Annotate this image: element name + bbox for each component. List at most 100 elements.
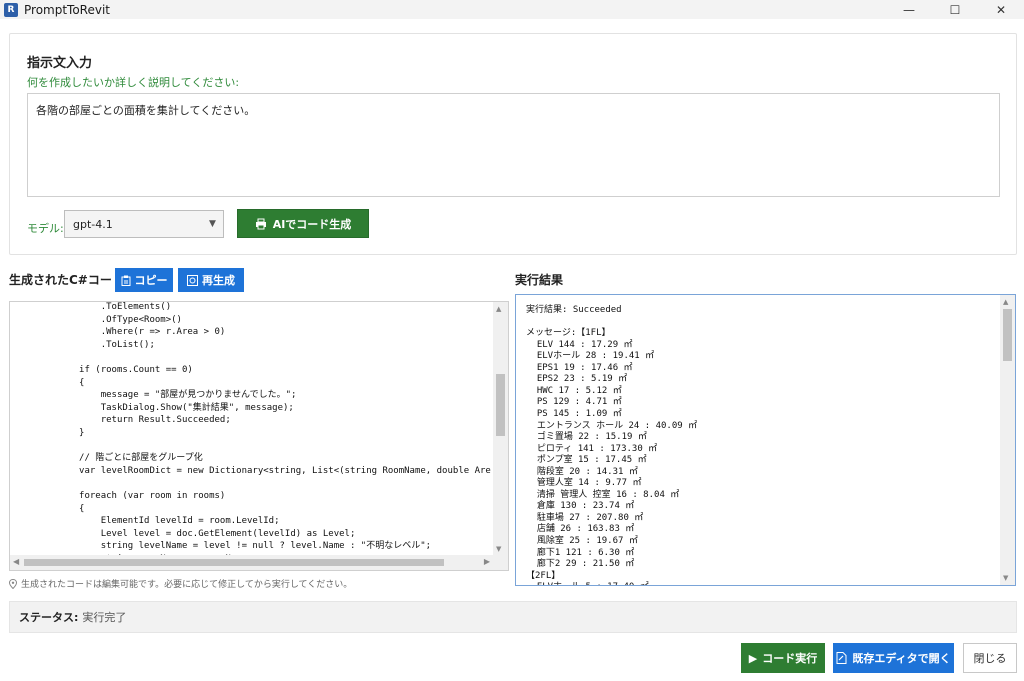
result-line: メッセージ:【1FL】 (526, 328, 611, 339)
code-line: if (rooms.Count == 0) (14, 365, 193, 375)
code-line: .OfType<Room>() (14, 314, 182, 325)
maximize-button[interactable]: ☐ (932, 0, 978, 19)
result-line: ELVホール 5 : 17.40 ㎡ (526, 581, 649, 585)
code-line: message = "部屋が見つかりませんでした。"; (14, 390, 297, 401)
result-line: ピロティ 141 : 173.30 ㎡ (526, 443, 658, 454)
code-hint-text: 生成されたコードは編集可能です。必要に応じて修正してから実行してください。 (21, 580, 353, 590)
window-title: PromptToRevit (24, 2, 111, 17)
title-bar: R PromptToRevit — ☐ ✕ (0, 0, 1024, 19)
code-editor[interactable]: .ToElements() .OfType<Room>() .Where(r =… (9, 301, 509, 571)
scroll-up-icon[interactable]: ▲ (496, 305, 501, 313)
code-vertical-scrollbar[interactable]: ▲ ▼ (493, 302, 508, 556)
result-heading: 実行結果 (515, 273, 564, 287)
code-hint: 生成されたコードは編集可能です。必要に応じて修正してから実行してください。 (9, 577, 352, 590)
code-line: .ToList(); (14, 339, 155, 350)
open-in-editor-button[interactable]: 既存エディタで開く (833, 643, 954, 673)
clipboard-icon (121, 275, 130, 286)
code-content[interactable]: .ToElements() .OfType<Room>() .Where(r =… (10, 302, 494, 556)
result-line: 階段室 20 : 14.31 ㎡ (526, 466, 638, 477)
copy-label: コピー (134, 274, 168, 287)
code-line: } (14, 428, 85, 438)
refresh-icon (187, 274, 198, 286)
code-line: { (14, 503, 85, 514)
result-output[interactable]: 実行結果: Succeeded メッセージ:【1FL】 ELV 144 : 17.… (515, 294, 1016, 586)
close-window-button[interactable]: ✕ (978, 0, 1024, 19)
code-heading: 生成されたC#コード (9, 273, 124, 287)
generate-code-button[interactable]: AIでコード生成 (237, 209, 369, 238)
maximize-icon: ☐ (949, 2, 961, 17)
result-content[interactable]: 実行結果: Succeeded メッセージ:【1FL】 ELV 144 : 17.… (516, 295, 1000, 585)
model-select[interactable]: gpt-4.1 ▼ (64, 210, 224, 238)
result-line: 実行結果: Succeeded (526, 305, 622, 315)
result-vertical-scrollbar[interactable]: ▲ ▼ (1000, 295, 1015, 585)
code-line: ElementId levelId = room.LevelId; (14, 516, 280, 527)
result-line: HWC 17 : 5.12 ㎡ (526, 385, 622, 396)
status-label: ステータス: (19, 611, 79, 624)
result-line: 店舗 26 : 163.83 ㎡ (526, 524, 635, 535)
close-button[interactable]: 閉じる (963, 643, 1017, 673)
status-bar: ステータス: 実行完了 (9, 601, 1017, 633)
scroll-left-icon[interactable]: ◀ (13, 557, 19, 566)
generate-code-label: AIでコード生成 (272, 217, 352, 231)
model-select-value: gpt-4.1 (73, 217, 113, 231)
code-line: string levelName = level != null ? level… (14, 541, 432, 552)
regenerate-button[interactable]: 再生成 (178, 268, 244, 292)
result-line: エントランス ホール 24 : 40.09 ㎡ (526, 420, 698, 431)
scroll-right-icon[interactable]: ▶ (484, 557, 490, 566)
code-line: TaskDialog.Show("集計結果", message); (14, 402, 294, 413)
code-line: { (14, 377, 85, 388)
scroll-down-icon[interactable]: ▼ (496, 545, 501, 553)
result-line: 廊下1 121 : 6.30 ㎡ (526, 547, 635, 558)
result-line: ポンプ室 15 : 17.45 ㎡ (526, 455, 647, 466)
code-line: .Where(r => r.Area > 0) (14, 327, 226, 338)
result-line: 倉庫 130 : 23.74 ㎡ (526, 501, 635, 512)
chevron-down-icon: ▼ (209, 219, 216, 229)
instruction-panel: 指示文入力 何を作成したいか詳しく説明してください: 各階の部屋ごとの面積を集計… (9, 33, 1017, 255)
scroll-up-icon[interactable]: ▲ (1003, 298, 1008, 306)
close-icon: ✕ (995, 2, 1007, 17)
close-label: 閉じる (973, 652, 1007, 665)
code-vertical-scroll-thumb[interactable] (496, 374, 505, 436)
result-line: PS 145 : 1.09 ㎡ (526, 408, 622, 419)
location-pin-icon (9, 578, 17, 589)
scroll-down-icon[interactable]: ▼ (1003, 574, 1008, 582)
result-vertical-scroll-thumb[interactable] (1003, 309, 1012, 361)
result-line: EPS2 23 : 5.19 ㎡ (526, 374, 628, 385)
result-line: ゴミ置場 22 : 15.19 ㎡ (526, 432, 647, 443)
code-line: Level level = doc.GetElement(levelId) as… (14, 528, 356, 539)
code-horizontal-scroll-thumb[interactable] (24, 559, 444, 566)
app-icon: R (4, 2, 18, 17)
instruction-heading: 指示文入力 (27, 56, 93, 71)
result-line: EPS1 19 : 17.46 ㎡ (526, 362, 633, 373)
result-line: ELVホール 28 : 19.41 ㎡ (526, 351, 655, 362)
result-line: 管理人室 14 : 9.77 ㎡ (526, 478, 642, 489)
result-line: 廊下2 29 : 21.50 ㎡ (526, 559, 635, 570)
run-code-label: コード実行 (762, 652, 818, 665)
copy-button[interactable]: コピー (115, 268, 173, 292)
result-line: PS 129 : 4.71 ㎡ (526, 397, 622, 408)
result-line: 駐車場 27 : 207.80 ㎡ (526, 512, 644, 523)
result-line: 【2FL】 (526, 570, 561, 581)
minimize-icon: — (903, 2, 915, 17)
window-controls: — ☐ ✕ (886, 0, 1024, 19)
code-line: .ToElements() (14, 302, 172, 312)
instruction-input[interactable]: 各階の部屋ごとの面積を集計してください。 (27, 93, 1000, 197)
result-line: ELV 144 : 17.29 ㎡ (526, 339, 633, 350)
run-code-button[interactable]: ▶ コード実行 (741, 643, 825, 673)
model-label: モデル: (27, 222, 64, 235)
code-line: var levelRoomDict = new Dictionary<strin… (14, 465, 491, 476)
edit-document-icon (836, 652, 847, 664)
code-line: foreach (var room in rooms) (14, 491, 226, 501)
code-horizontal-scrollbar[interactable]: ◀ ▶ (10, 555, 508, 570)
regenerate-label: 再生成 (202, 274, 235, 287)
instruction-subheading: 何を作成したいか詳しく説明してください: (27, 76, 240, 89)
play-icon: ▶ (748, 651, 758, 665)
open-in-editor-label: 既存エディタで開く (852, 652, 951, 665)
result-line: 清掃 管理人 控室 16 : 8.04 ㎡ (526, 489, 680, 500)
code-line: return Result.Succeeded; (14, 415, 231, 426)
status-value: 実行完了 (82, 611, 127, 624)
printer-icon (255, 218, 266, 229)
code-line: // 階ごとに部屋をグループ化 (14, 453, 203, 464)
minimize-button[interactable]: — (886, 0, 932, 19)
result-line: 風除室 25 : 19.67 ㎡ (526, 536, 638, 546)
